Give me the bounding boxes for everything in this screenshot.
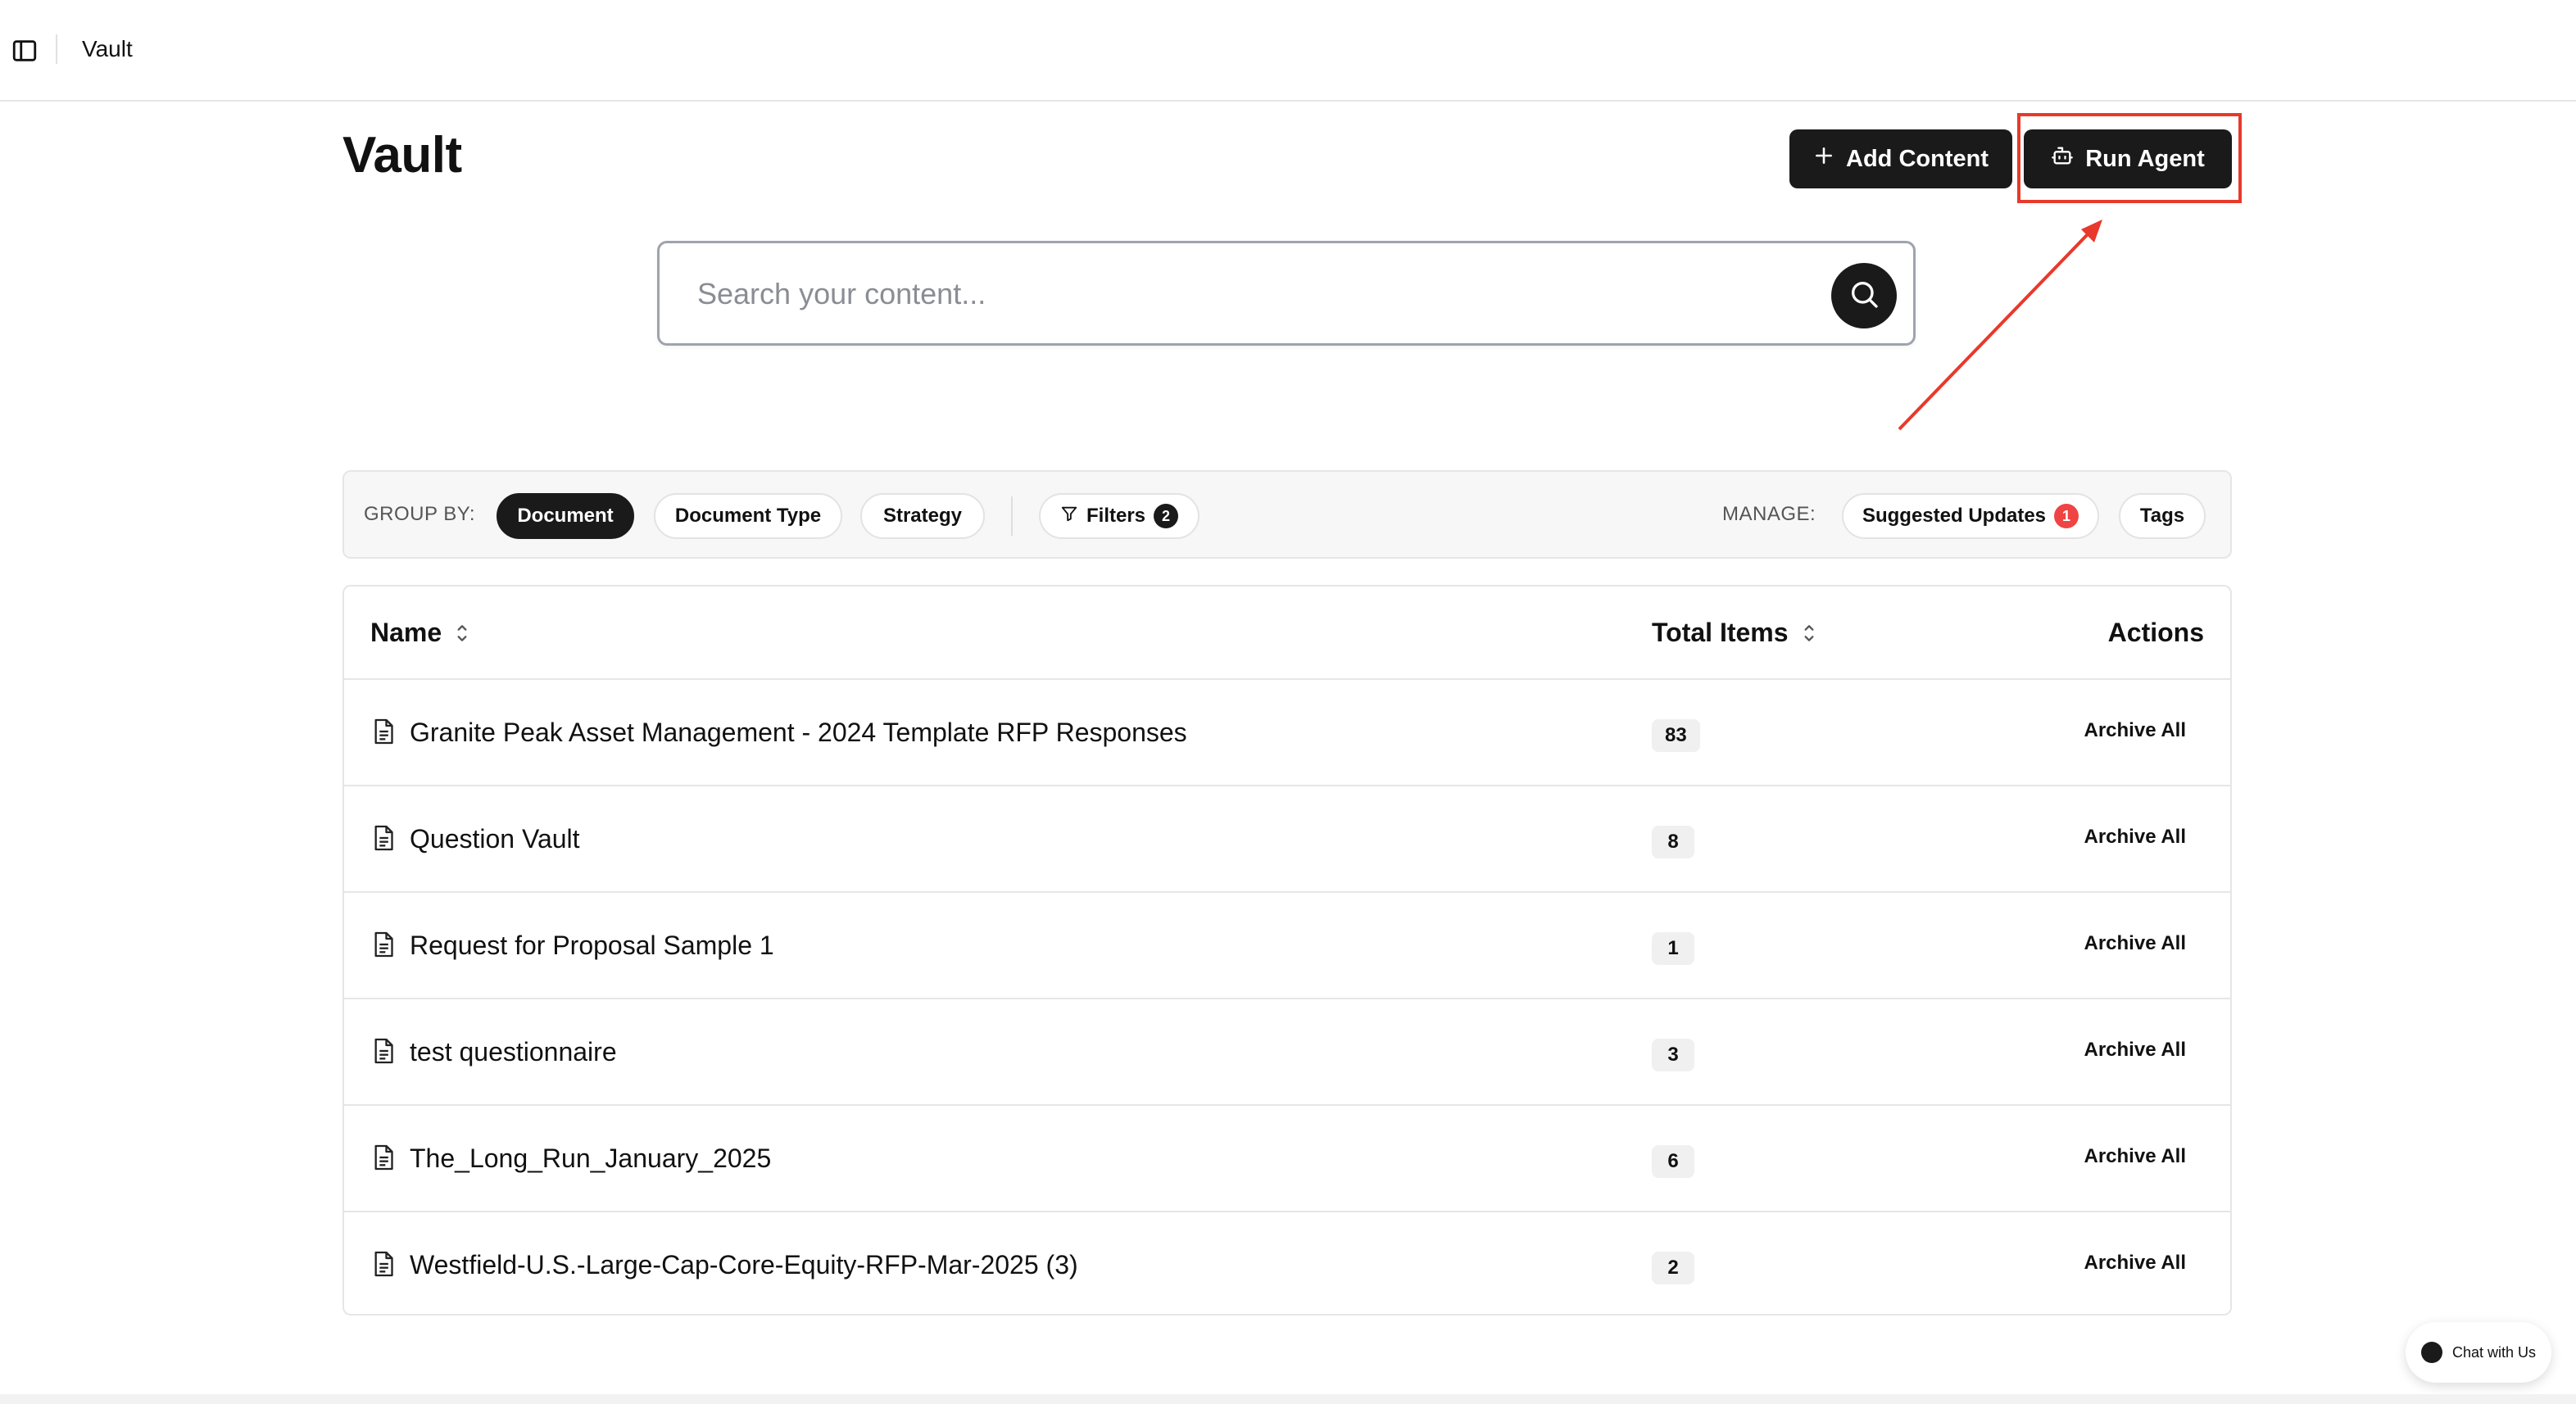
column-header-actions: Actions bbox=[2108, 618, 2204, 648]
filter-icon bbox=[1060, 505, 1078, 528]
document-icon bbox=[372, 824, 395, 852]
column-name-label: Name bbox=[370, 618, 442, 647]
search-icon bbox=[1848, 278, 1880, 315]
archive-all-button[interactable]: Archive All bbox=[2084, 719, 2187, 742]
table-row[interactable]: Question Vault 8 Archive All bbox=[344, 786, 2230, 893]
document-icon bbox=[372, 1144, 395, 1171]
archive-all-button[interactable]: Archive All bbox=[2084, 826, 2187, 849]
sidebar-panel-icon[interactable] bbox=[8, 34, 41, 67]
tags-label: Tags bbox=[2139, 505, 2185, 527]
group-by-label: GROUP BY: bbox=[364, 503, 476, 525]
group-by-document-type-chip[interactable]: Document Type bbox=[654, 493, 842, 539]
archive-all-button[interactable]: Archive All bbox=[2084, 932, 2187, 955]
topbar-divider bbox=[56, 34, 57, 64]
group-by-document-chip[interactable]: Document bbox=[497, 493, 634, 539]
bottom-strip bbox=[0, 1394, 2576, 1404]
page-title: Vault bbox=[342, 127, 462, 183]
row-name[interactable]: Question Vault bbox=[410, 824, 580, 854]
column-header-name[interactable]: Name bbox=[370, 618, 469, 648]
search-input[interactable] bbox=[697, 265, 1795, 324]
search-box bbox=[657, 241, 1916, 346]
group-by-strategy-chip[interactable]: Strategy bbox=[860, 493, 985, 539]
toolbar-separator bbox=[1011, 496, 1013, 536]
archive-all-button[interactable]: Archive All bbox=[2084, 1145, 2187, 1168]
group-by-toolbar: GROUP BY: Document Document Type Strateg… bbox=[342, 470, 2232, 559]
chip-label: Document Type bbox=[674, 505, 822, 527]
total-items-badge: 83 bbox=[1652, 719, 1700, 752]
filters-button[interactable]: Filters 2 bbox=[1039, 493, 1200, 539]
chip-label: Document bbox=[517, 505, 614, 527]
table-row[interactable]: Westfield-U.S.-Large-Cap-Core-Equity-RFP… bbox=[344, 1212, 2230, 1319]
table-row[interactable]: Request for Proposal Sample 1 1 Archive … bbox=[344, 893, 2230, 999]
breadcrumb: Vault bbox=[82, 36, 133, 61]
column-actions-label: Actions bbox=[2107, 618, 2204, 647]
document-icon bbox=[372, 718, 395, 745]
chat-widget-button[interactable]: Chat with Us bbox=[2406, 1322, 2551, 1383]
run-agent-label: Run Agent bbox=[2085, 145, 2205, 172]
archive-all-button[interactable]: Archive All bbox=[2084, 1252, 2187, 1275]
row-name[interactable]: Request for Proposal Sample 1 bbox=[410, 931, 774, 961]
total-items-badge: 3 bbox=[1652, 1039, 1694, 1071]
row-name[interactable]: Granite Peak Asset Management - 2024 Tem… bbox=[410, 718, 1187, 748]
document-icon bbox=[372, 1250, 395, 1278]
filters-count-badge: 2 bbox=[1154, 504, 1179, 528]
row-name[interactable]: The_Long_Run_January_2025 bbox=[410, 1144, 771, 1174]
column-header-total-items[interactable]: Total Items bbox=[1652, 618, 1816, 648]
row-name[interactable]: Westfield-U.S.-Large-Cap-Core-Equity-RFP… bbox=[410, 1250, 1078, 1280]
document-icon bbox=[372, 1037, 395, 1065]
document-icon bbox=[372, 931, 395, 958]
plus-icon bbox=[1813, 145, 1834, 173]
suggested-updates-button[interactable]: Suggested Updates 1 bbox=[1842, 493, 2099, 539]
suggested-updates-count-badge: 1 bbox=[2054, 504, 2079, 528]
table-header: Name Total Items Actions bbox=[344, 587, 2230, 680]
sort-icon[interactable] bbox=[455, 623, 469, 644]
top-bar: Vault bbox=[0, 0, 2576, 102]
total-items-badge: 8 bbox=[1652, 826, 1694, 858]
chat-bubble-icon bbox=[2420, 1342, 2442, 1363]
archive-all-button[interactable]: Archive All bbox=[2084, 1039, 2187, 1062]
row-name[interactable]: test questionnaire bbox=[410, 1037, 617, 1067]
total-items-badge: 1 bbox=[1652, 932, 1694, 965]
add-content-button[interactable]: Add Content bbox=[1789, 129, 2012, 188]
total-items-badge: 2 bbox=[1652, 1252, 1694, 1284]
manage-label: MANAGE: bbox=[1722, 503, 1816, 525]
table-row[interactable]: Granite Peak Asset Management - 2024 Tem… bbox=[344, 680, 2230, 786]
sort-icon[interactable] bbox=[1802, 623, 1816, 644]
tags-button[interactable]: Tags bbox=[2119, 493, 2206, 539]
chip-label: Strategy bbox=[882, 505, 963, 527]
search-button[interactable] bbox=[1831, 263, 1897, 328]
table-row[interactable]: The_Long_Run_January_2025 6 Archive All bbox=[344, 1106, 2230, 1212]
table-row[interactable]: test questionnaire 3 Archive All bbox=[344, 999, 2230, 1106]
filters-label: Filters bbox=[1086, 505, 1146, 527]
suggested-updates-label: Suggested Updates bbox=[1862, 505, 2047, 527]
add-content-label: Add Content bbox=[1846, 145, 1989, 172]
run-agent-button[interactable]: Run Agent bbox=[2024, 129, 2232, 188]
chat-widget-label: Chat with Us bbox=[2451, 1343, 2537, 1361]
column-total-label: Total Items bbox=[1652, 618, 1789, 647]
total-items-badge: 6 bbox=[1652, 1145, 1694, 1178]
documents-table: Name Total Items Actions Granite Peak As… bbox=[342, 585, 2232, 1316]
bot-icon bbox=[2051, 144, 2074, 174]
